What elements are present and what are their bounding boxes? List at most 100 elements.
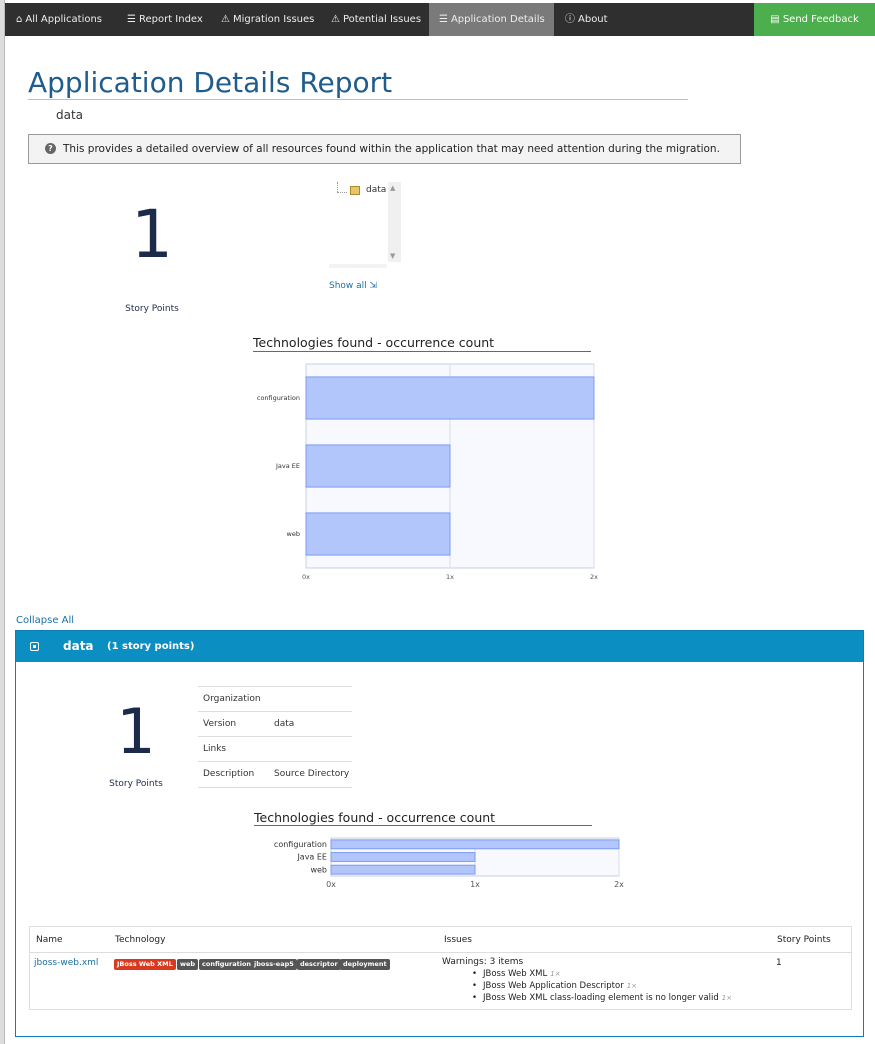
nav-about[interactable]: ⓘ About [565, 3, 608, 36]
category-label: Java EE [296, 853, 327, 862]
info-key: Version [203, 719, 237, 729]
info-value: data [274, 719, 295, 729]
send-feedback-button[interactable]: ▤ Send Feedback [754, 3, 875, 36]
warning-icon: ⚠ [331, 14, 340, 25]
tick-label: 2x [590, 573, 598, 581]
issues-cell: Warnings: 3 items [442, 957, 523, 967]
list-icon: ☰ [439, 14, 448, 25]
story-points-cell: 1 [776, 958, 782, 968]
info-alert: ? This provides a detailed overview of a… [28, 134, 741, 164]
category-label: Java EE [275, 462, 300, 470]
story-points-value: 1 [131, 196, 173, 273]
chart-title: Technologies found - occurrence count [253, 335, 495, 350]
show-all-link[interactable]: Show all ⇲ [329, 281, 377, 291]
home-icon: ⌂ [16, 14, 23, 25]
bar [330, 864, 476, 875]
bar [305, 444, 451, 488]
nav-all-applications[interactable]: ⌂ All Applications [16, 3, 102, 36]
info-text: This provides a detailed overview of all… [63, 143, 720, 155]
title-divider [28, 99, 688, 100]
tick-label: 1x [446, 573, 454, 581]
info-row-organization: Organization [198, 686, 352, 712]
category-label: web [310, 865, 327, 874]
files-table: Name Technology Issues Story Points jbos… [29, 926, 852, 1010]
scroll-up-icon[interactable]: ▲ [390, 184, 395, 192]
technology-tag: descriptor [297, 959, 341, 970]
bar [305, 376, 595, 420]
info-row-links: Links [198, 736, 352, 762]
send-feedback-label: Send Feedback [782, 14, 859, 25]
panel-chart-title: Technologies found - occurrence count [254, 810, 496, 825]
nav-label: Migration Issues [232, 14, 315, 25]
issue-text: JBoss Web XML [483, 969, 548, 979]
nav-application-details[interactable]: ☰ Application Details [429, 3, 554, 36]
scroll-down-icon[interactable]: ▼ [390, 252, 395, 260]
tick-label: 0x [302, 573, 310, 581]
column-header-name[interactable]: Name [36, 935, 63, 945]
panel-story-points: (1 story points) [107, 641, 195, 652]
nav-migration-issues[interactable]: ⚠ Migration Issues [221, 3, 314, 36]
tree-connector [337, 182, 339, 192]
info-icon: ⓘ [565, 14, 575, 25]
issue-item: • JBoss Web XML class-loading element is … [472, 993, 732, 1003]
tree-connector [337, 192, 347, 194]
column-header-technology[interactable]: Technology [115, 935, 165, 945]
issue-item: • JBoss Web XML 1× [472, 969, 561, 979]
technologies-chart: configuration Java EE web 0x 1x 2x [257, 363, 598, 581]
file-link[interactable]: jboss-web.xml [34, 958, 98, 968]
collapse-toggle-icon[interactable] [30, 642, 39, 651]
nav-report-index[interactable]: ☰ Report Index [127, 3, 203, 36]
column-header-story-points[interactable]: Story Points [777, 935, 831, 945]
panel-technologies-chart: configuration Java EE web 0x 1x 2x [274, 837, 624, 889]
nav-label: All Applications [25, 14, 103, 25]
nav-potential-issues[interactable]: ⚠ Potential Issues [331, 3, 421, 36]
nav-label: Potential Issues [342, 14, 422, 25]
issue-item: • JBoss Web Application Descriptor 1× [472, 981, 637, 991]
info-row-description: Description Source Directory [198, 761, 352, 788]
bar [330, 839, 620, 850]
technology-tag: configuration [199, 959, 255, 970]
category-label: configuration [257, 394, 300, 402]
collapse-all-link[interactable]: Collapse All [16, 615, 74, 626]
category-label: web [287, 530, 300, 538]
project-panel: data (1 story points) 1 Story Points Org… [15, 630, 864, 1037]
tree-scrollbar[interactable]: ▲ ▼ [388, 182, 401, 262]
warning-icon: ⚠ [221, 14, 230, 25]
tick-label: 0x [326, 880, 336, 889]
bullet-icon: • [472, 969, 478, 979]
column-header-issues[interactable]: Issues [444, 935, 472, 945]
issue-count: 1× [721, 994, 733, 1002]
panel-title: data [63, 639, 94, 653]
application-name: data [56, 108, 84, 122]
category-label: configuration [274, 840, 327, 849]
bullet-icon: • [472, 993, 478, 1003]
info-key: Links [203, 744, 227, 754]
comment-icon: ▤ [770, 14, 780, 25]
issue-text: JBoss Web Application Descriptor [483, 981, 624, 991]
info-row-version: Version data [198, 711, 352, 737]
info-value: Source Directory [274, 769, 350, 779]
info-key: Description [203, 769, 255, 779]
bullet-icon: • [472, 981, 478, 991]
folder-icon [350, 186, 360, 195]
panel-story-points-label: Story Points [109, 779, 163, 789]
nav-label: Application Details [450, 14, 545, 25]
tick-label: 2x [614, 880, 624, 889]
info-key: Organization [203, 694, 261, 704]
technology-tag: web [177, 959, 199, 970]
panel-header[interactable]: data (1 story points) [16, 631, 863, 662]
technology-tag: jboss-eap5 [251, 959, 297, 970]
files-table-header: Name Technology Issues Story Points [30, 927, 851, 953]
nav-label: Report Index [138, 14, 203, 25]
nav-label: About [578, 14, 608, 25]
question-icon: ? [45, 143, 56, 154]
tree-horizontal-scrollbar[interactable] [329, 264, 387, 268]
technology-tag: deployment [340, 959, 390, 970]
window-frame [0, 0, 5, 1044]
story-points-label: Story Points [125, 304, 179, 314]
tree-item-data[interactable]: data [366, 185, 386, 195]
file-tree[interactable]: data ▲ ▼ [329, 182, 401, 268]
issues-heading: Warnings: 3 items [442, 957, 524, 967]
tick-label: 1x [470, 880, 480, 889]
issue-text: JBoss Web XML class-loading element is n… [483, 993, 719, 1003]
